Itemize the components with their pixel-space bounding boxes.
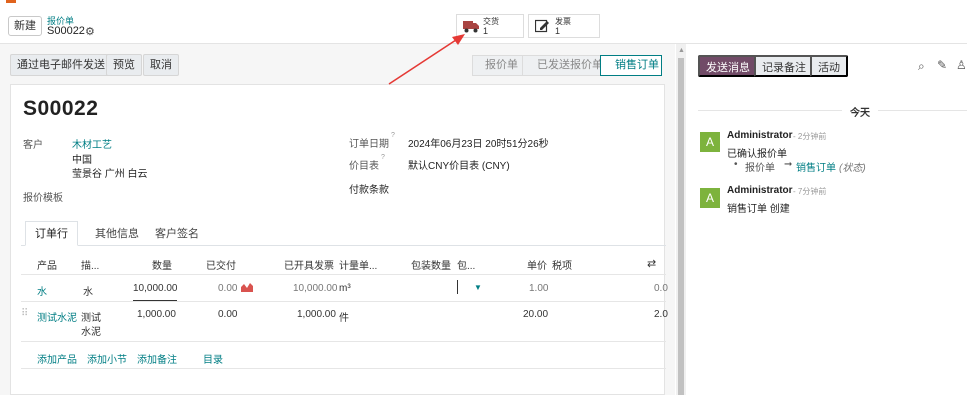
date-divider — [698, 110, 967, 111]
scrollbar-thumb[interactable] — [678, 58, 684, 395]
bullet-icon: • — [734, 159, 738, 170]
message-author[interactable]: Administrator — [727, 130, 793, 141]
paperclip-icon[interactable]: ✎ — [937, 58, 947, 72]
search-icon[interactable]: ⌕ — [918, 59, 925, 74]
arrow-right-icon: ➞ — [784, 159, 793, 170]
tracking-old-value: 报价单 — [745, 163, 775, 174]
message-time: - 7分钟前 — [793, 187, 827, 196]
message-author[interactable]: Administrator — [727, 185, 793, 196]
follower-icon[interactable]: ♙ — [956, 58, 967, 72]
scroll-up-icon[interactable]: ▲ — [678, 47, 685, 54]
tracking-field: (状态) — [839, 163, 866, 174]
chatter-panel: 发送消息 记录备注 活动 ⌕ ✎ ♙ 今天 A Administrator - … — [686, 44, 967, 395]
send-message-button[interactable]: 发送消息 — [698, 55, 758, 77]
date-separator: 今天 — [842, 104, 878, 119]
avatar[interactable]: A — [700, 188, 720, 208]
message-time: - 2分钟前 — [793, 132, 827, 141]
tracking-new-value: 销售订单 — [796, 163, 836, 174]
activities-button[interactable]: 活动 — [810, 55, 848, 77]
log-note-button[interactable]: 记录备注 — [754, 55, 814, 77]
message-body: 已确认报价单 — [727, 149, 787, 160]
form-scrollbar[interactable]: ▲ — [676, 44, 686, 395]
avatar[interactable]: A — [700, 132, 720, 152]
message-body: 销售订单 创建 — [727, 204, 790, 215]
